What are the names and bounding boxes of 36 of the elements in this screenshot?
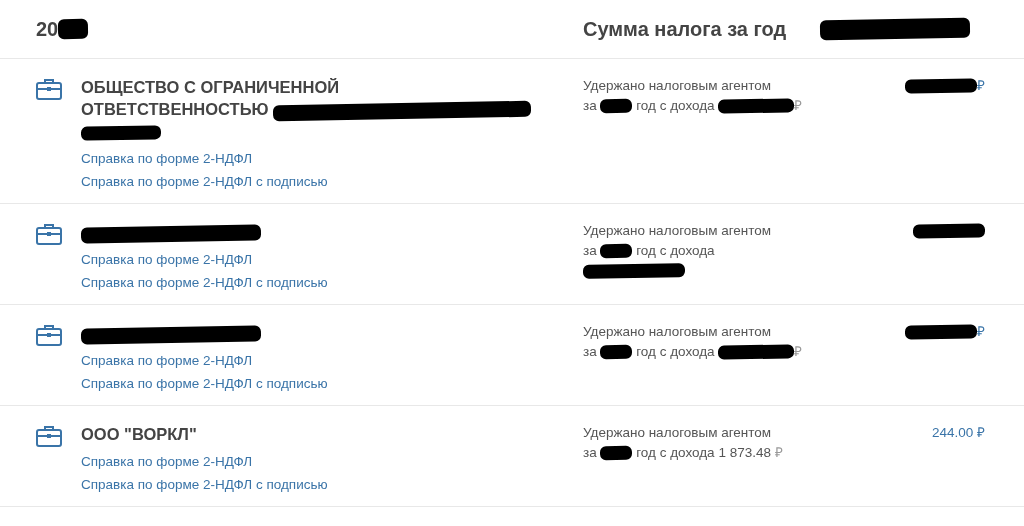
currency-sign: ₽ <box>794 344 803 359</box>
employer-name: ООО "ВОРКЛ" <box>81 425 197 443</box>
withheld-label: Удержано налоговым агентом <box>583 323 773 341</box>
certificate-link[interactable]: Справка по форме 2-НДФЛ с подписью <box>81 174 583 189</box>
income-label: год с дохода <box>636 98 715 113</box>
briefcase-icon <box>36 324 62 346</box>
income-label: год с дохода <box>636 344 715 359</box>
for-label: за <box>583 445 597 460</box>
currency-sign: ₽ <box>774 445 783 460</box>
withheld-label: Удержано налоговым агентом <box>583 424 773 442</box>
briefcase-icon <box>36 425 62 447</box>
employer-name: ОБЩЕСТВО С ОГРАНИЧЕННОЙ ОТВЕТСТВЕННОСТЬЮ <box>81 78 340 118</box>
income-amount: 1 873.48 <box>718 445 771 460</box>
certificate-link[interactable]: Справка по форме 2-НДФЛ <box>81 454 583 469</box>
certificate-link[interactable]: Справка по форме 2-НДФЛ <box>81 353 583 368</box>
for-label: за <box>583 344 597 359</box>
for-label: за <box>583 243 597 258</box>
withheld-label: Удержано налоговым агентом <box>583 77 773 95</box>
income-label: год с дохода <box>636 445 715 460</box>
certificate-link[interactable]: Справка по форме 2-НДФЛ с подписью <box>81 275 583 290</box>
withheld-label: Удержано налоговым агентом <box>583 222 773 240</box>
certificate-link[interactable]: Справка по форме 2-НДФЛ <box>81 151 583 166</box>
certificate-link[interactable]: Справка по форме 2-НДФЛ с подписью <box>81 477 583 492</box>
income-label: год с дохода <box>636 243 715 258</box>
year-label: 20 <box>36 17 59 41</box>
currency-sign: ₽ <box>977 78 985 93</box>
currency-sign: ₽ <box>977 324 985 339</box>
certificate-link[interactable]: Справка по форме 2-НДФЛ с подписью <box>81 376 583 391</box>
currency-sign: ₽ <box>977 425 985 440</box>
for-label: за <box>583 98 597 113</box>
briefcase-icon <box>36 78 62 100</box>
section-title: Сумма налога за год <box>583 17 787 41</box>
certificate-link[interactable]: Справка по форме 2-НДФЛ <box>81 252 583 267</box>
currency-sign: ₽ <box>794 98 803 113</box>
briefcase-icon <box>36 223 62 245</box>
tax-amount: 244.00 <box>931 425 975 440</box>
